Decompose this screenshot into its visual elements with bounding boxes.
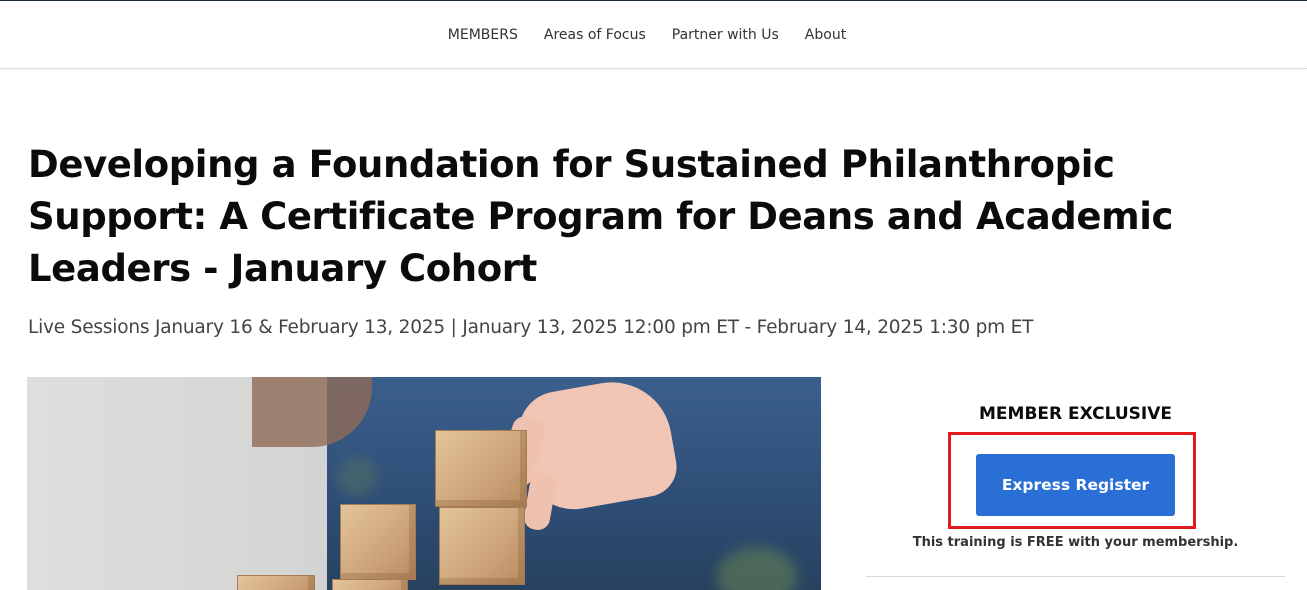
registration-sidebar: MEMBER EXCLUSIVE Express Register This t… (866, 377, 1285, 590)
free-membership-note: This training is FREE with your membersh… (912, 535, 1239, 550)
nav-menu: MEMBERS Areas of Focus Partner with Us A… (0, 1, 1307, 68)
event-dates: Live Sessions January 16 & February 13, … (28, 317, 1034, 338)
nav-item-about[interactable]: About (792, 27, 859, 43)
member-exclusive-label: MEMBER EXCLUSIVE (979, 404, 1172, 424)
hero-block (435, 430, 527, 507)
nav-item-areas-of-focus[interactable]: Areas of Focus (531, 27, 659, 43)
hero-plant-shape (337, 457, 377, 497)
express-register-button[interactable]: Express Register (976, 454, 1175, 516)
nav-item-partner-with-us[interactable]: Partner with Us (659, 27, 792, 43)
sidebar-divider (866, 576, 1285, 577)
page-title: Developing a Foundation for Sustained Ph… (28, 143, 1174, 290)
hero-block (439, 507, 525, 585)
hero-block (340, 504, 416, 580)
event-hero-image (27, 377, 821, 590)
nav-item-members[interactable]: MEMBERS (448, 27, 531, 43)
top-navigation: MEMBERS Areas of Focus Partner with Us A… (0, 1, 1307, 69)
hero-block (332, 579, 408, 590)
hero-block (237, 575, 315, 590)
